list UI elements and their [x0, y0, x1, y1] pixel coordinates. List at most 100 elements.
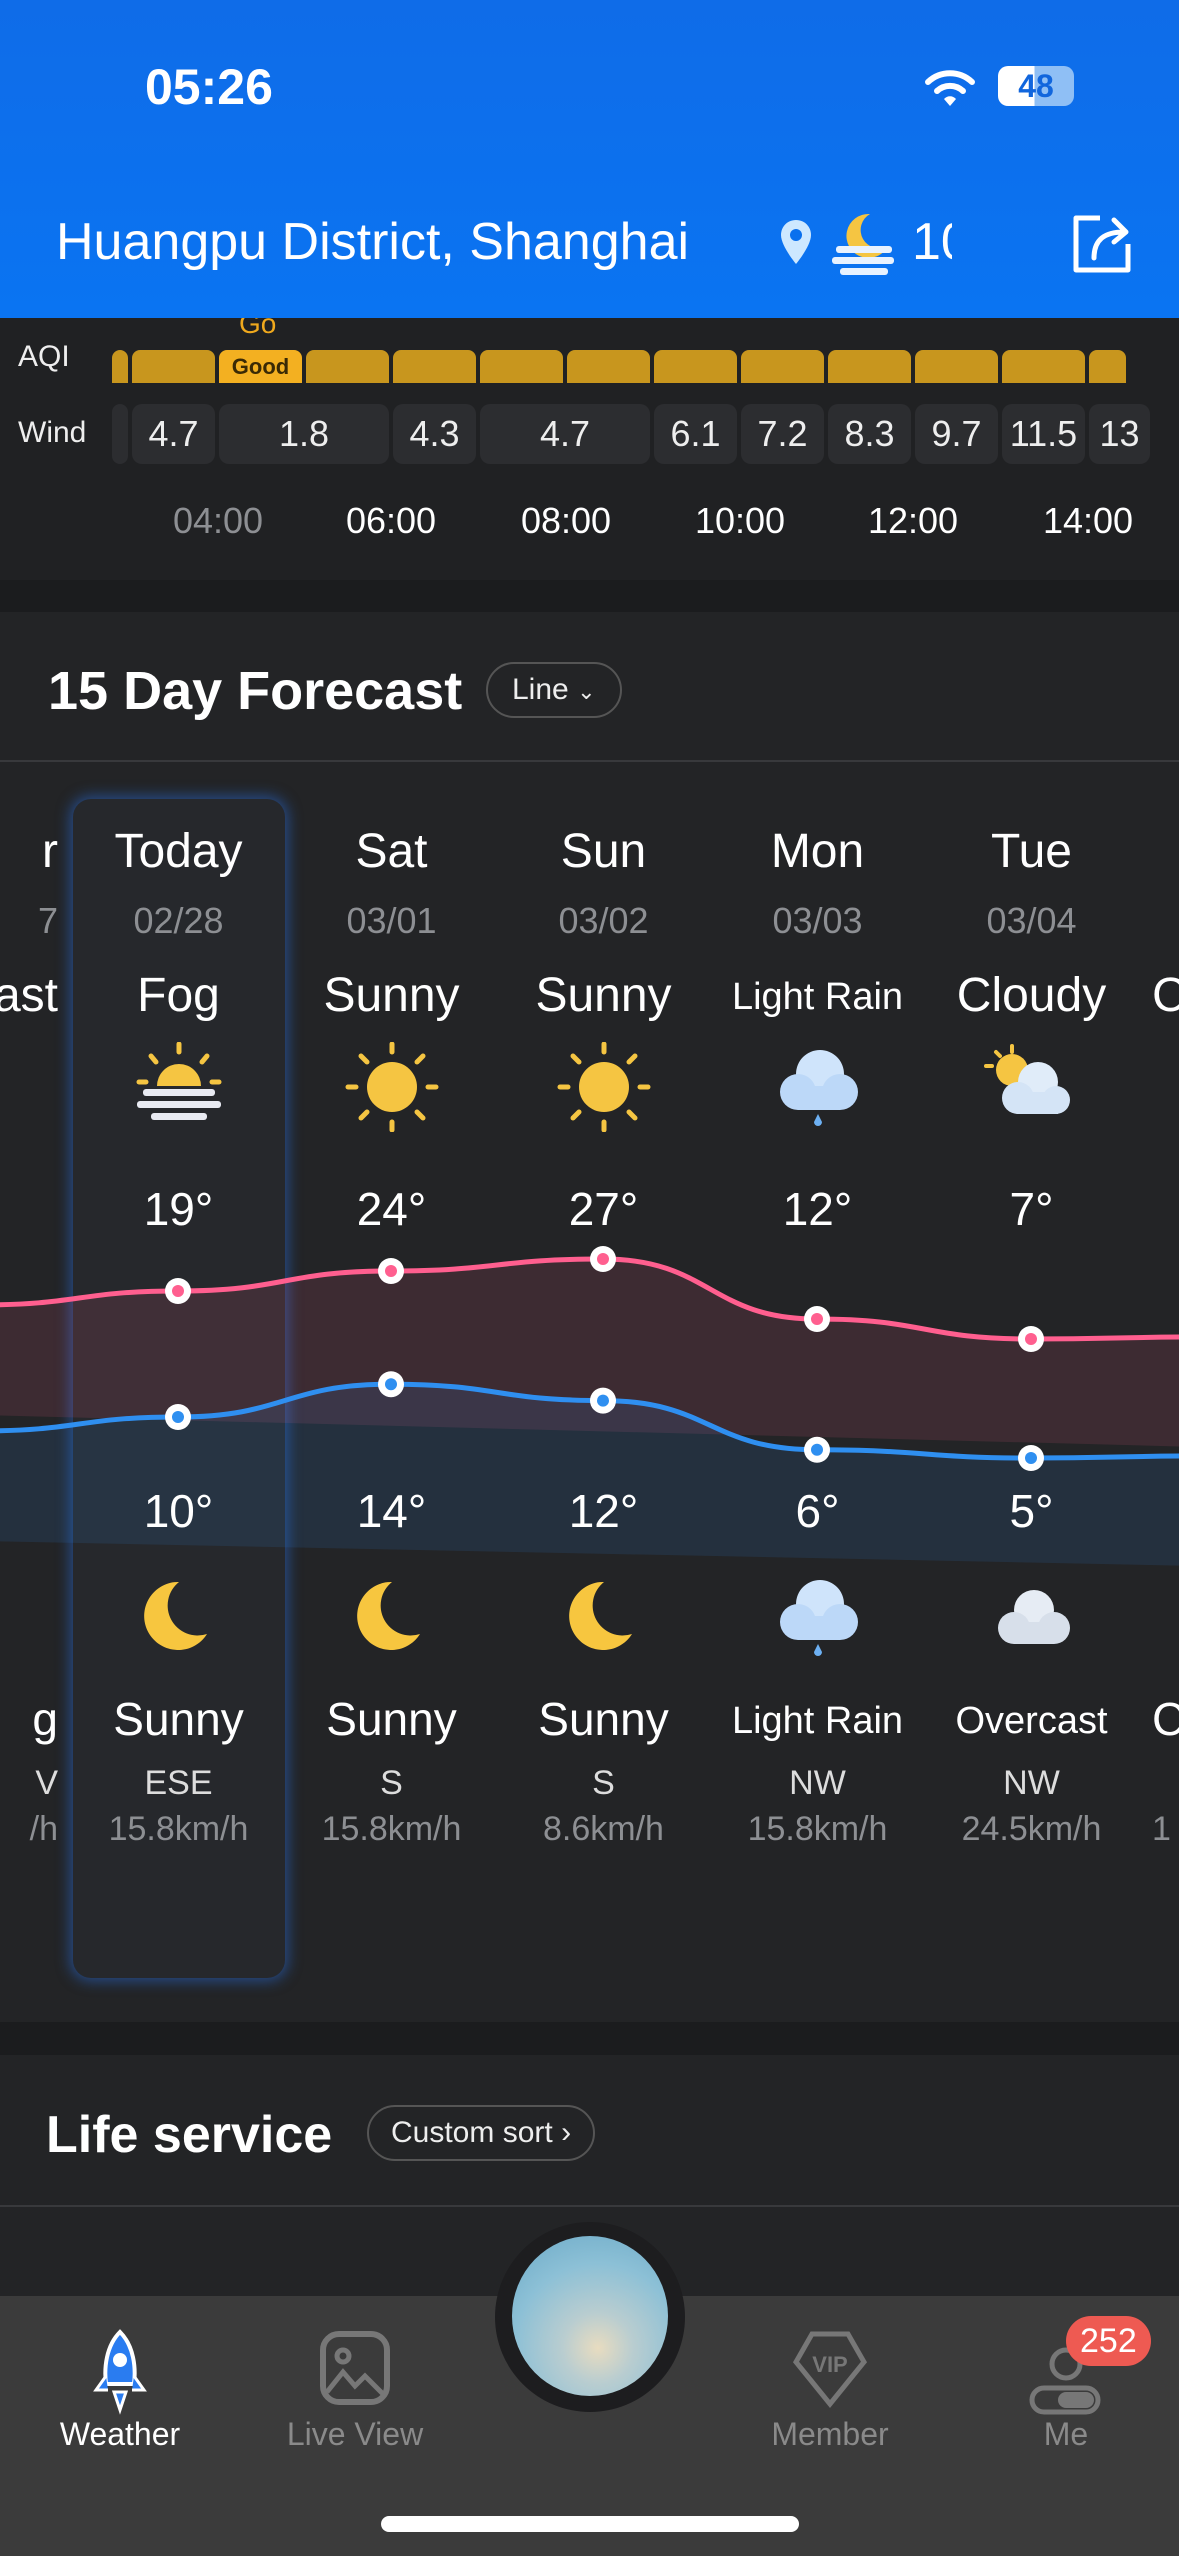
wind-value: 4.3: [393, 404, 476, 464]
wind-direction: NW: [789, 1764, 846, 1802]
forecast-day-column[interactable]: Today 02/28 Fog 19° 10° Sunny ESE 15.8km/h: [72, 612, 285, 2022]
wind-direction: S: [380, 1764, 403, 1802]
hour-label: 08:00: [520, 500, 612, 541]
vip-diamond-icon: VIP: [792, 2331, 868, 2408]
live-sky-button[interactable]: [512, 2236, 668, 2396]
forecast-day-column[interactable]: Mon 03/03 Light Rain 12° 6° Light Rain NW 15.8k…: [711, 612, 924, 2022]
aqi-segment[interactable]: [741, 350, 824, 383]
forecast-day-column[interactable]: Sun 03/02 Sunny 27° 12° Sunny S 8.6km/h: [497, 612, 710, 2022]
partial-text: C: [1152, 1693, 1179, 1745]
day-date: 03/03: [772, 900, 863, 941]
day-name: Sun: [560, 825, 647, 878]
custom-sort-button[interactable]: Custom sort ›: [367, 2105, 596, 2161]
day-date: 03/04: [986, 900, 1077, 941]
wind-speed: 15.8km/h: [108, 1810, 249, 1848]
nav-weather[interactable]: Weather: [20, 2296, 220, 2486]
high-temp: 24°: [356, 1183, 427, 1235]
low-temp: 5°: [1009, 1485, 1054, 1537]
hour-label: 06:00: [345, 500, 437, 541]
aqi-segment[interactable]: [393, 350, 476, 383]
aqi-segment[interactable]: [132, 350, 215, 383]
nav-label: Me: [1043, 2416, 1089, 2452]
day-date: 02/28: [133, 900, 224, 941]
battery-indicator: 48: [998, 66, 1074, 106]
header-current-temp: 10: [912, 213, 952, 271]
wind-value: 9.7: [915, 404, 998, 464]
image-icon: [320, 2331, 390, 2405]
life-service-title: Life service: [46, 2106, 333, 2164]
aqi-segment[interactable]: [915, 350, 998, 383]
partial-text: V: [35, 1764, 58, 1802]
high-temp: 12°: [782, 1183, 853, 1235]
forecast-day-column[interactable]: Tue 03/04 Cloudy 7° 5° Overcast NW 24.5km/h: [925, 612, 1138, 2022]
nav-live-view[interactable]: Live View: [255, 2296, 455, 2486]
hour-label: 10:00: [694, 500, 786, 541]
forecast-day-partial[interactable]: C C 1: [1152, 612, 1179, 2022]
aqi-segment[interactable]: [567, 350, 650, 383]
rain-cloud-icon: [711, 1572, 924, 1667]
aqi-segment[interactable]: [1002, 350, 1085, 383]
chevron-right-icon: ›: [561, 2116, 572, 2149]
night-condition: Sunny: [113, 1693, 244, 1745]
rain-cloud-icon: [711, 1042, 924, 1137]
custom-sort-label: Custom sort: [391, 2116, 553, 2149]
day-condition: Sunny: [323, 969, 460, 1022]
svg-text:VIP: VIP: [812, 2352, 847, 2377]
fog-sun-icon: [72, 1041, 285, 1127]
nav-label: Live View: [286, 2416, 424, 2452]
hourly-panel: AQI Go Good Wind 4.7 1.8 4.3 4.7 6.1 7.2 8.3 9.7…: [0, 308, 1179, 580]
aqi-segment[interactable]: [1089, 350, 1126, 383]
sun-cloud-icon: [925, 1042, 1138, 1137]
forecast-day-partial[interactable]: r 7 ast g V/h: [0, 612, 60, 2022]
hour-label: 04:00: [172, 500, 264, 541]
day-condition: Fog: [137, 969, 220, 1022]
partial-text: C: [1152, 969, 1179, 1022]
low-temp: 14°: [356, 1485, 427, 1537]
partial-text: 1: [1152, 1810, 1171, 1848]
cloud-icon: [925, 1572, 1138, 1667]
wifi-icon: [925, 70, 975, 106]
aqi-segment[interactable]: [480, 350, 563, 383]
partial-text: /h: [29, 1810, 58, 1848]
aqi-segment: [112, 350, 128, 383]
location-title[interactable]: Huangpu District, Shanghai: [56, 212, 689, 272]
day-condition: Cloudy: [956, 969, 1107, 1022]
day-date: 03/02: [558, 900, 649, 941]
moon-icon: [497, 1572, 710, 1667]
status-time: 05:26: [145, 59, 273, 115]
wind-segment: [112, 404, 128, 464]
header: 05:26 48 Huangpu District, Shanghai 10: [0, 0, 1179, 318]
partial-text: ast: [0, 969, 58, 1022]
hour-label: 14:00: [1042, 500, 1134, 541]
night-condition: Overcast: [955, 1700, 1108, 1742]
wind-value: 7.2: [741, 404, 824, 464]
home-indicator[interactable]: [381, 2516, 799, 2532]
partial-text: r: [42, 825, 58, 878]
moon-icon: [72, 1572, 285, 1667]
nav-member[interactable]: VIP Member: [730, 2296, 930, 2486]
aqi-segment[interactable]: [306, 350, 389, 383]
sun-icon: [497, 1041, 710, 1137]
day-condition: Light Rain: [731, 976, 904, 1018]
high-temp: 7°: [1009, 1183, 1054, 1235]
wind-speed: 8.6km/h: [543, 1810, 664, 1848]
wind-value: 8.3: [828, 404, 911, 464]
night-condition: Sunny: [326, 1693, 457, 1745]
wind-value: 4.7: [480, 404, 650, 464]
wind-value: 1.8: [219, 404, 389, 464]
high-temp: 19°: [143, 1183, 214, 1235]
aqi-segment[interactable]: [654, 350, 737, 383]
nav-label: Weather: [59, 2416, 181, 2452]
wind-direction: NW: [1003, 1764, 1060, 1802]
wind-value: 6.1: [654, 404, 737, 464]
forecast-day-column[interactable]: Sat 03/01 Sunny 24° 14° Sunny S 15.8km/h: [285, 612, 498, 2022]
aqi-label: AQI: [18, 340, 70, 373]
aqi-segment[interactable]: [828, 350, 911, 383]
partial-text: 7: [37, 900, 58, 941]
wind-speed: 15.8km/h: [321, 1810, 462, 1848]
moon-icon: [285, 1572, 498, 1667]
low-temp: 10°: [143, 1485, 214, 1537]
share-icon[interactable]: [1070, 210, 1134, 274]
day-date: 03/01: [346, 900, 437, 941]
wind-direction: S: [592, 1764, 615, 1802]
